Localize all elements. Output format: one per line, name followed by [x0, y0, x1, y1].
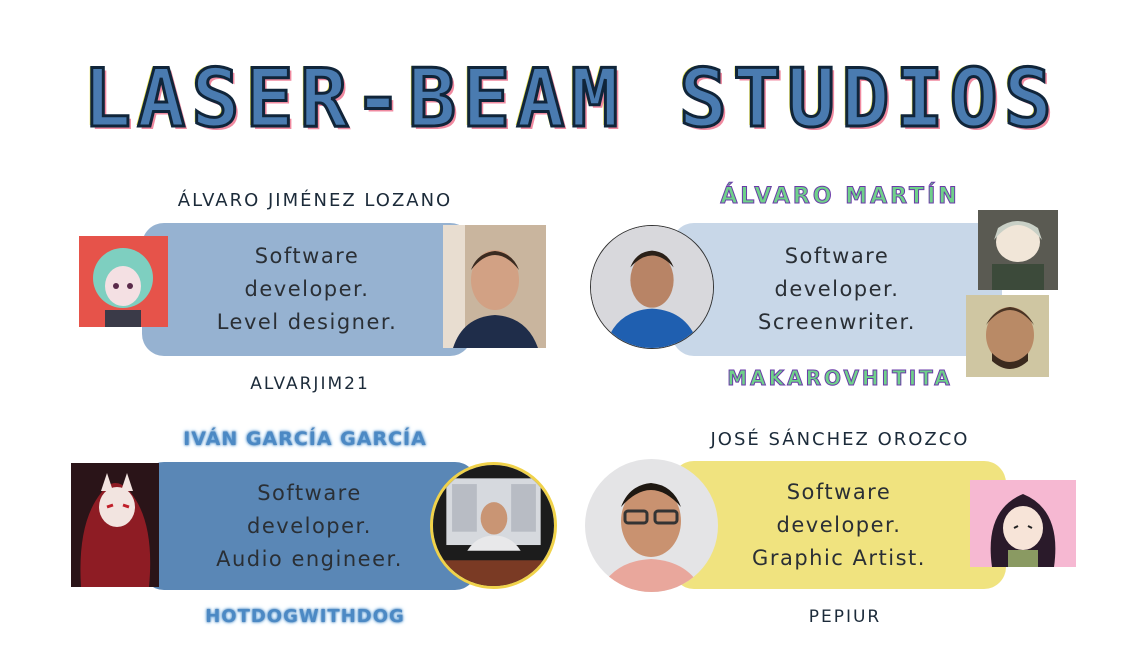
member-handle: ALVARJIM21	[250, 374, 370, 394]
studio-title: LASER-BEAM STUDIOS	[82, 51, 1058, 147]
member-handle: PEPIUR	[808, 607, 882, 627]
role-card: Software developer. Audio engineer.	[142, 462, 477, 590]
portrait-photo-icon	[590, 225, 714, 349]
anime-girl-avatar-icon	[970, 480, 1076, 567]
role-line: developer.	[244, 277, 370, 301]
portrait-photo-icon	[443, 225, 546, 348]
soldier-avatar-icon	[978, 210, 1058, 290]
member-name: ÁLVARO MARTÍN	[720, 184, 960, 210]
member-name: JOSÉ SÁNCHEZ OROZCO	[710, 429, 970, 450]
portrait-photo-icon	[585, 459, 718, 592]
role-line: Software	[257, 480, 362, 505]
role-line: Software	[786, 479, 892, 504]
role-line: developer.	[776, 512, 902, 537]
role-line: developer.	[774, 277, 900, 301]
soldier-avatar-icon	[966, 295, 1049, 377]
member-name: IVÁN GARCÍA GARCÍA	[183, 428, 427, 450]
role-line: Level designer.	[216, 310, 398, 334]
portrait-photo-icon	[430, 462, 557, 589]
role-line: Screenwriter.	[758, 310, 916, 334]
role-card: Software developer. Graphic Artist.	[672, 461, 1006, 589]
anime-avatar-icon	[79, 236, 168, 327]
role-line: Software	[784, 244, 890, 268]
role-line: Software	[254, 244, 360, 268]
role-card: Software developer. Level designer.	[142, 223, 472, 356]
member-handle: MAKAROVHITITA	[727, 366, 953, 391]
role-card: Software developer. Screenwriter.	[672, 223, 1002, 356]
role-line: Graphic Artist.	[752, 545, 926, 570]
fox-mask-avatar-icon	[71, 463, 159, 587]
role-line: Audio engineer.	[216, 546, 403, 571]
role-line: developer.	[247, 513, 372, 538]
member-handle: HOTDOGWITHDOG	[205, 606, 405, 627]
member-name: ÁLVARO JIMÉNEZ LOZANO	[177, 190, 453, 211]
